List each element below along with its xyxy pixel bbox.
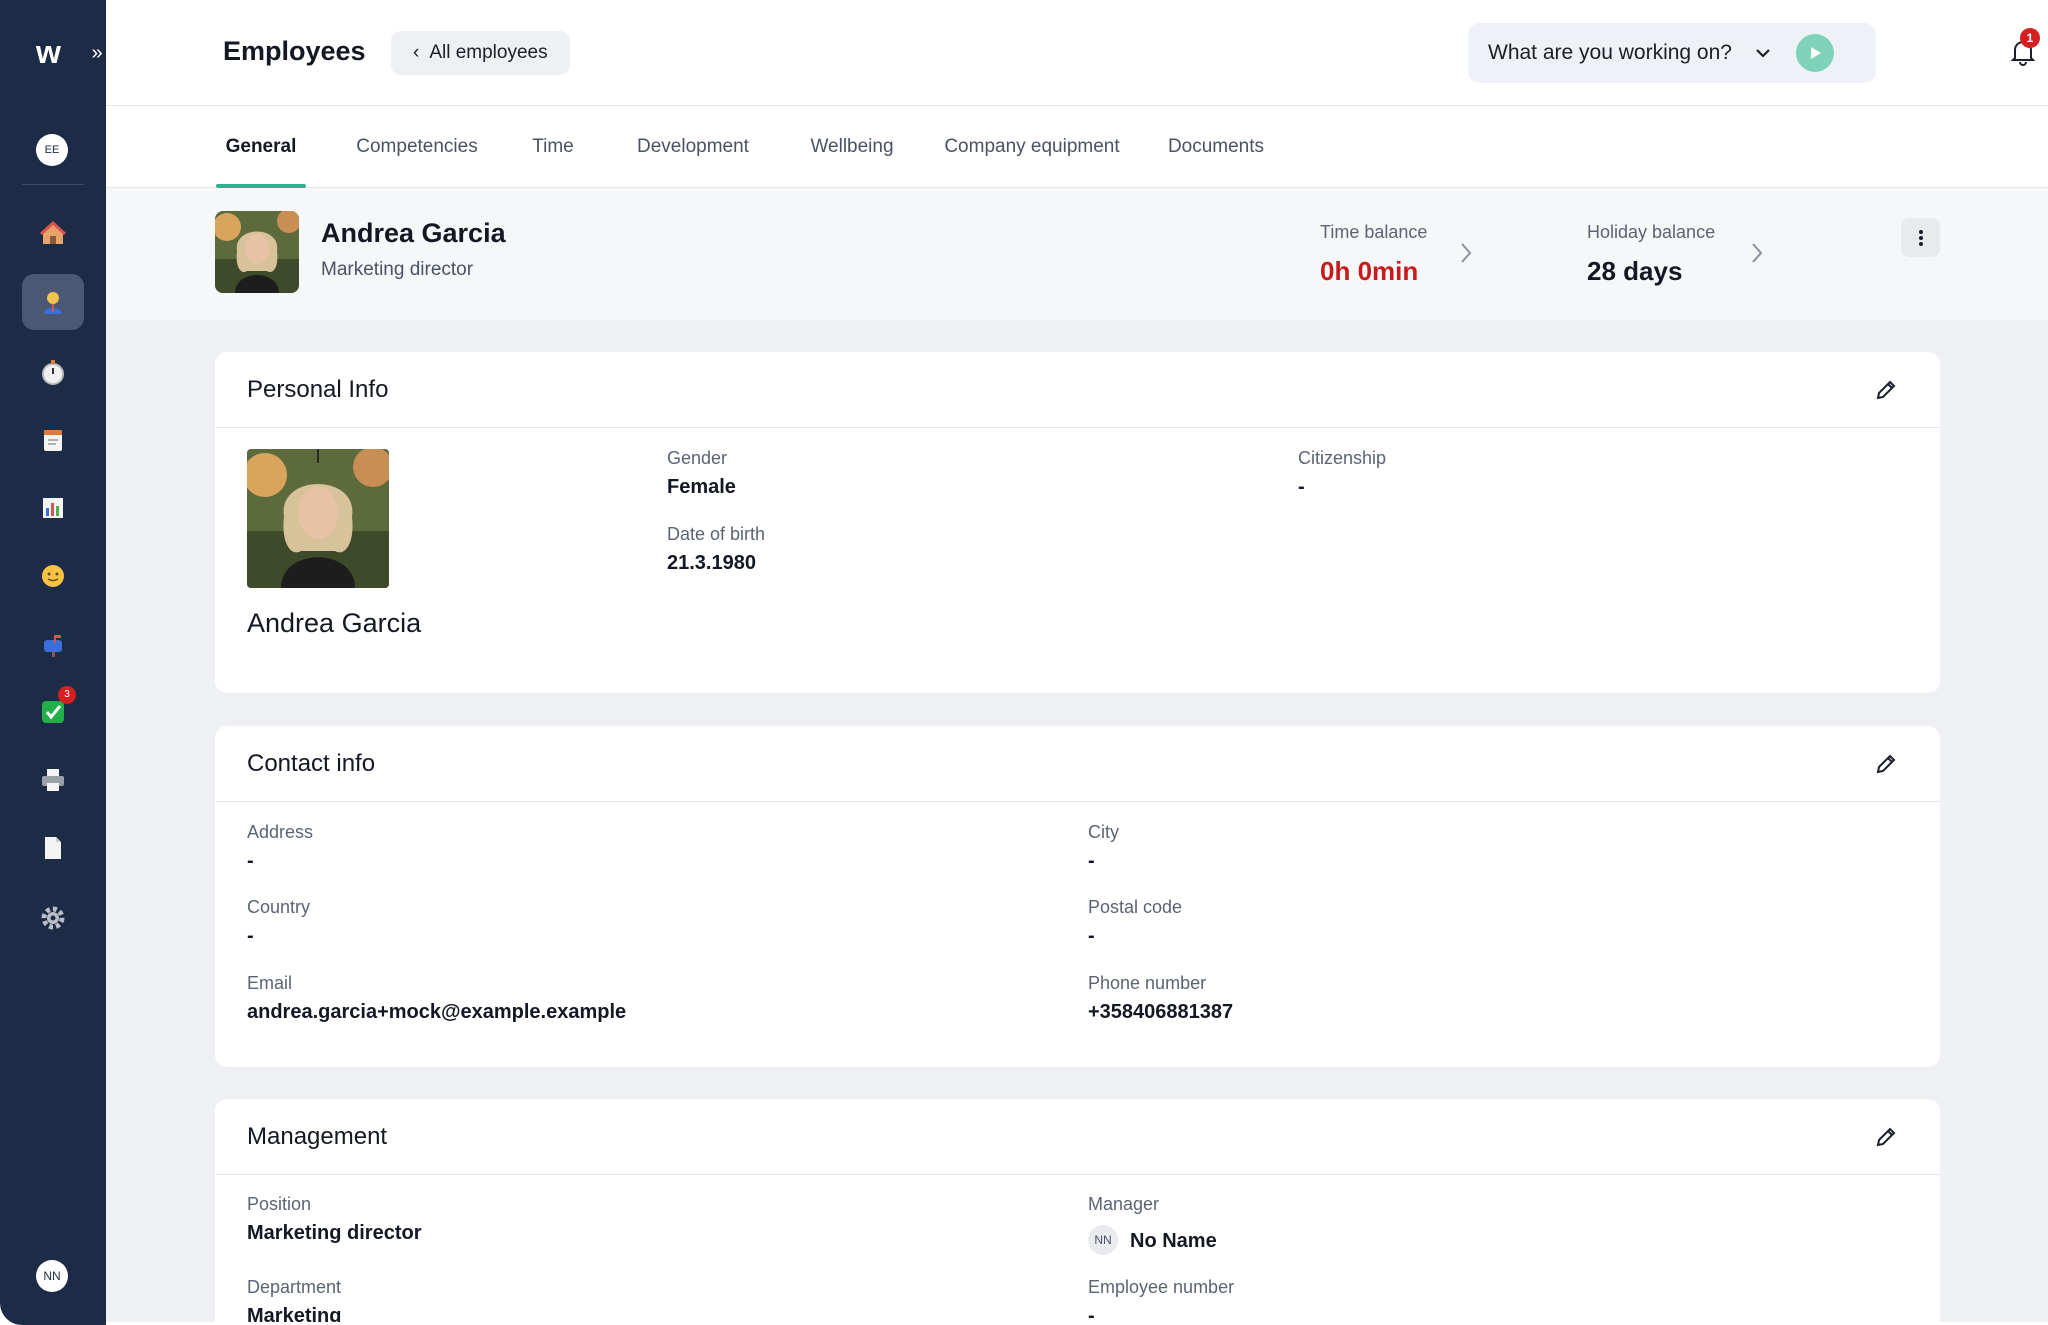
tasks-badge: 3: [58, 686, 76, 704]
manager-value[interactable]: No Name: [1130, 1230, 1217, 1253]
contact-info-title: Contact info: [247, 750, 376, 777]
home-icon: [39, 220, 67, 244]
time-tracker-select[interactable]: What are you working on?: [1468, 23, 1876, 83]
play-icon: [1810, 47, 1821, 59]
email-value: andrea.garcia+mock@example.example: [247, 1001, 627, 1023]
chevron-left-icon: ‹: [413, 42, 420, 63]
sidebar-item-wellbeing[interactable]: [22, 548, 84, 604]
dob-label: Date of birth: [667, 524, 766, 544]
tab-development[interactable]: Development: [618, 106, 768, 188]
smiley-icon: [42, 565, 64, 587]
sidebar-item-time[interactable]: [22, 344, 84, 400]
country-value: -: [247, 925, 254, 947]
employee-tabs: General Competencies Time Development We…: [106, 106, 2048, 188]
personal-info-header: Personal Info: [215, 352, 1940, 428]
time-balance-value: 0h 0min: [1320, 256, 1419, 286]
tab-competencies[interactable]: Competencies: [342, 106, 492, 188]
stopwatch-icon: [42, 360, 64, 385]
citizenship-label: Citizenship: [1298, 448, 1387, 468]
printer-icon: [42, 769, 64, 791]
sidebar: w » EE 3 NN: [0, 0, 114, 1325]
city-label: City: [1088, 822, 1119, 842]
app-frame: w » EE 3 NN Employees ‹ All employees Wh…: [0, 0, 2048, 1325]
phone-value: +358406881387: [1088, 1001, 1234, 1023]
citizenship-value: -: [1298, 476, 1305, 498]
country-label: Country: [247, 897, 311, 917]
gender-label: Gender: [667, 448, 728, 468]
sidebar-item-inbox[interactable]: [22, 616, 84, 672]
user-avatar[interactable]: NN: [36, 1260, 68, 1292]
management-card: Management Position Marketing director D…: [215, 1099, 1940, 1325]
gear-icon: [41, 906, 65, 930]
chevron-right-icon[interactable]: [1749, 240, 1765, 266]
holiday-balance-label: Holiday balance: [1587, 222, 1716, 242]
time-tracker-prompt: What are you working on?: [1488, 41, 1732, 64]
manager-label: Manager: [1088, 1194, 1160, 1214]
sidebar-item-settings[interactable]: [22, 890, 84, 946]
sidebar-item-notes[interactable]: [22, 412, 84, 468]
personal-info-card: Personal Info Andrea Garcia Gender Femal…: [215, 352, 1940, 693]
sidebar-item-reports[interactable]: [22, 480, 84, 536]
personal-info-name: Andrea Garcia: [247, 608, 422, 638]
page-title: Employees: [223, 36, 366, 66]
sidebar-item-home[interactable]: [22, 206, 84, 262]
notification-badge: 1: [2020, 28, 2040, 48]
employee-icon: [44, 292, 62, 314]
postal-code-value: -: [1088, 925, 1095, 947]
top-header: Employees ‹ All employees What are you w…: [106, 0, 2048, 106]
city-value: -: [1088, 850, 1095, 872]
employee-photo-large: [247, 449, 389, 588]
position-label: Position: [247, 1194, 312, 1214]
management-title: Management: [247, 1123, 388, 1150]
management-header: Management: [215, 1099, 1940, 1175]
email-label: Email: [247, 973, 293, 993]
employee-name: Andrea Garcia: [321, 218, 506, 248]
holiday-balance-value: 28 days: [1587, 256, 1683, 286]
more-vertical-icon: [1918, 229, 1923, 246]
address-label: Address: [247, 822, 314, 842]
sidebar-item-tasks[interactable]: 3: [22, 684, 84, 740]
start-timer-button[interactable]: [1795, 34, 1834, 72]
tab-wellbeing[interactable]: Wellbeing: [790, 106, 914, 188]
tab-time[interactable]: Time: [518, 106, 588, 188]
all-employees-label: All employees: [429, 42, 548, 63]
gender-value: Female: [667, 476, 736, 498]
sidebar-item-documents[interactable]: [22, 820, 84, 876]
workspace-avatar[interactable]: EE: [36, 134, 68, 166]
personal-info-title: Personal Info: [247, 376, 389, 403]
document-icon: [45, 837, 61, 859]
department-label: Department: [247, 1277, 342, 1297]
postal-code-label: Postal code: [1088, 897, 1183, 917]
tab-company-equipment[interactable]: Company equipment: [926, 106, 1138, 188]
sidebar-item-print[interactable]: [22, 752, 84, 808]
address-value: -: [247, 850, 254, 872]
tab-general[interactable]: General: [216, 106, 306, 188]
manager-avatar: NN: [1088, 1225, 1118, 1255]
employee-role: Marketing director: [321, 259, 474, 280]
phone-label: Phone number: [1088, 973, 1207, 993]
all-employees-button[interactable]: ‹ All employees: [391, 31, 570, 75]
app-logo[interactable]: w: [36, 34, 61, 71]
edit-pencil-icon[interactable]: [1874, 1125, 1898, 1149]
time-balance-label: Time balance: [1320, 222, 1428, 242]
contact-info-card: Contact info Address - Country - Email a…: [215, 726, 1940, 1067]
dob-value: 21.3.1980: [667, 552, 756, 574]
contact-info-header: Contact info: [215, 726, 1940, 802]
position-value: Marketing director: [247, 1222, 422, 1244]
tab-documents[interactable]: Documents: [1160, 106, 1272, 188]
sidebar-divider: [22, 184, 84, 185]
more-options-button[interactable]: [1901, 218, 1940, 257]
edit-pencil-icon[interactable]: [1874, 752, 1898, 776]
notepad-icon: [44, 430, 62, 451]
edit-pencil-icon[interactable]: [1874, 378, 1898, 402]
chevron-down-icon[interactable]: [1754, 44, 1772, 62]
chart-icon: [43, 498, 63, 518]
sidebar-item-employees[interactable]: [22, 274, 84, 330]
chevron-right-icon[interactable]: [1458, 240, 1474, 266]
employee-photo: [215, 211, 299, 293]
mailbox-icon: [44, 635, 62, 657]
employee-number-label: Employee number: [1088, 1277, 1235, 1297]
